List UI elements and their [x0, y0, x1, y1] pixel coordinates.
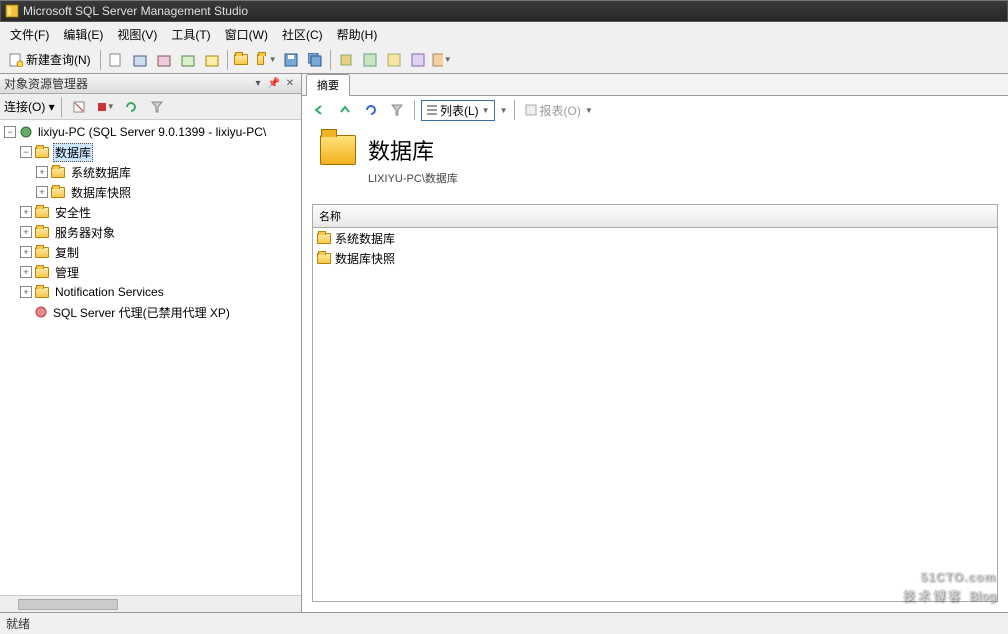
toolbar-btn-4[interactable] — [177, 49, 199, 71]
summary-path: LIXIYU-PC\数据库 — [368, 170, 1008, 186]
summary-title: 数据库 — [368, 134, 434, 166]
content-pane: 摘要 列表(L)▼ ▼ 报表(O)▼ 数据库 LIXIYU-PC\数据库 — [302, 74, 1008, 612]
toolbar-btn-last[interactable]: ▼ — [431, 49, 453, 71]
summary-toolbar: 列表(L)▼ ▼ 报表(O)▼ — [302, 96, 1008, 124]
disconnect-icon[interactable] — [68, 96, 90, 118]
menu-tools[interactable]: 工具(T) — [165, 24, 216, 45]
menu-window[interactable]: 窗口(W) — [219, 24, 274, 45]
summary-refresh-icon[interactable] — [360, 99, 382, 121]
open-dropdown-icon[interactable]: ▼ — [256, 49, 278, 71]
database-folder-icon — [320, 135, 356, 165]
refresh-icon[interactable] — [120, 96, 142, 118]
panel-pin-icon[interactable]: 📌 — [267, 77, 281, 91]
properties-icon[interactable] — [407, 49, 429, 71]
toolbar-btn-3[interactable] — [153, 49, 175, 71]
report-icon — [525, 104, 537, 116]
toolbar-btn-1[interactable] — [105, 49, 127, 71]
toolbar-btn-5[interactable] — [201, 49, 223, 71]
template-explorer-icon[interactable] — [383, 49, 405, 71]
registered-servers-icon[interactable] — [335, 49, 357, 71]
panel-title-bar: 对象资源管理器 ▾ 📌 ✕ — [0, 74, 301, 94]
tree-node-databases[interactable]: −数据库 — [0, 142, 301, 162]
object-explorer-icon[interactable] — [359, 49, 381, 71]
tab-strip: 摘要 — [302, 74, 1008, 96]
tree-hscrollbar[interactable] — [0, 595, 301, 612]
tree-node-notification[interactable]: +Notification Services — [0, 282, 301, 302]
panel-close-icon[interactable]: ✕ — [283, 77, 297, 91]
save-icon[interactable] — [280, 49, 302, 71]
up-icon[interactable] — [334, 99, 356, 121]
new-query-icon — [9, 53, 23, 67]
status-bar: 就绪 — [0, 612, 1008, 634]
list-item[interactable]: 数据库快照 — [313, 248, 997, 268]
main-toolbar: 新建查询(N) ▼ ▼ — [0, 46, 1008, 74]
menu-edit[interactable]: 编辑(E) — [57, 24, 109, 45]
list-view-button[interactable]: 列表(L)▼ — [421, 100, 495, 121]
panel-dropdown-icon[interactable]: ▾ — [251, 77, 265, 91]
watermark: 51CTO.com 技术博客 Blog — [903, 561, 996, 604]
menu-help[interactable]: 帮助(H) — [331, 24, 384, 45]
summary-tab[interactable]: 摘要 — [306, 74, 350, 96]
status-text: 就绪 — [6, 615, 30, 632]
object-explorer-panel: 对象资源管理器 ▾ 📌 ✕ 连接(O) ▾ ▼ −lixiyu-PC (SQL … — [0, 74, 302, 612]
connect-button[interactable]: 连接(O) ▾ — [4, 98, 55, 115]
menu-community[interactable]: 社区(C) — [276, 24, 329, 45]
menu-bar[interactable]: 文件(F) 编辑(E) 视图(V) 工具(T) 窗口(W) 社区(C) 帮助(H… — [0, 22, 1008, 46]
summary-header: 数据库 — [302, 124, 1008, 174]
app-title: Microsoft SQL Server Management Studio — [23, 4, 248, 18]
object-tree[interactable]: −lixiyu-PC (SQL Server 9.0.1399 - lixiyu… — [0, 120, 301, 595]
column-name-header[interactable]: 名称 — [313, 205, 997, 228]
title-bar: Microsoft SQL Server Management Studio — [0, 0, 1008, 22]
report-button[interactable]: 报表(O)▼ — [521, 99, 597, 121]
tree-node-sysdb[interactable]: +系统数据库 — [0, 162, 301, 182]
tree-node-server[interactable]: −lixiyu-PC (SQL Server 9.0.1399 - lixiyu… — [0, 122, 301, 142]
tree-node-serverobj[interactable]: +服务器对象 — [0, 222, 301, 242]
tree-node-management[interactable]: +管理 — [0, 262, 301, 282]
menu-view[interactable]: 视图(V) — [111, 24, 163, 45]
connect-toolbar: 连接(O) ▾ ▼ — [0, 94, 301, 120]
summary-list: 名称 系统数据库 数据库快照 — [312, 204, 998, 602]
new-query-button[interactable]: 新建查询(N) — [4, 49, 96, 71]
save-all-icon[interactable] — [304, 49, 326, 71]
list-icon — [426, 104, 438, 116]
menu-file[interactable]: 文件(F) — [4, 24, 55, 45]
tree-node-replication[interactable]: +复制 — [0, 242, 301, 262]
list-item[interactable]: 系统数据库 — [313, 228, 997, 248]
open-icon[interactable] — [232, 49, 254, 71]
summary-filter-icon[interactable] — [386, 99, 408, 121]
stop-icon[interactable]: ▼ — [94, 96, 116, 118]
back-icon[interactable] — [308, 99, 330, 121]
toolbar-btn-2[interactable] — [129, 49, 151, 71]
app-icon — [5, 4, 19, 18]
tree-node-agent[interactable]: SQL Server 代理(已禁用代理 XP) — [0, 302, 301, 322]
filter-icon[interactable] — [146, 96, 168, 118]
tree-node-dbsnap[interactable]: +数据库快照 — [0, 182, 301, 202]
tree-node-security[interactable]: +安全性 — [0, 202, 301, 222]
